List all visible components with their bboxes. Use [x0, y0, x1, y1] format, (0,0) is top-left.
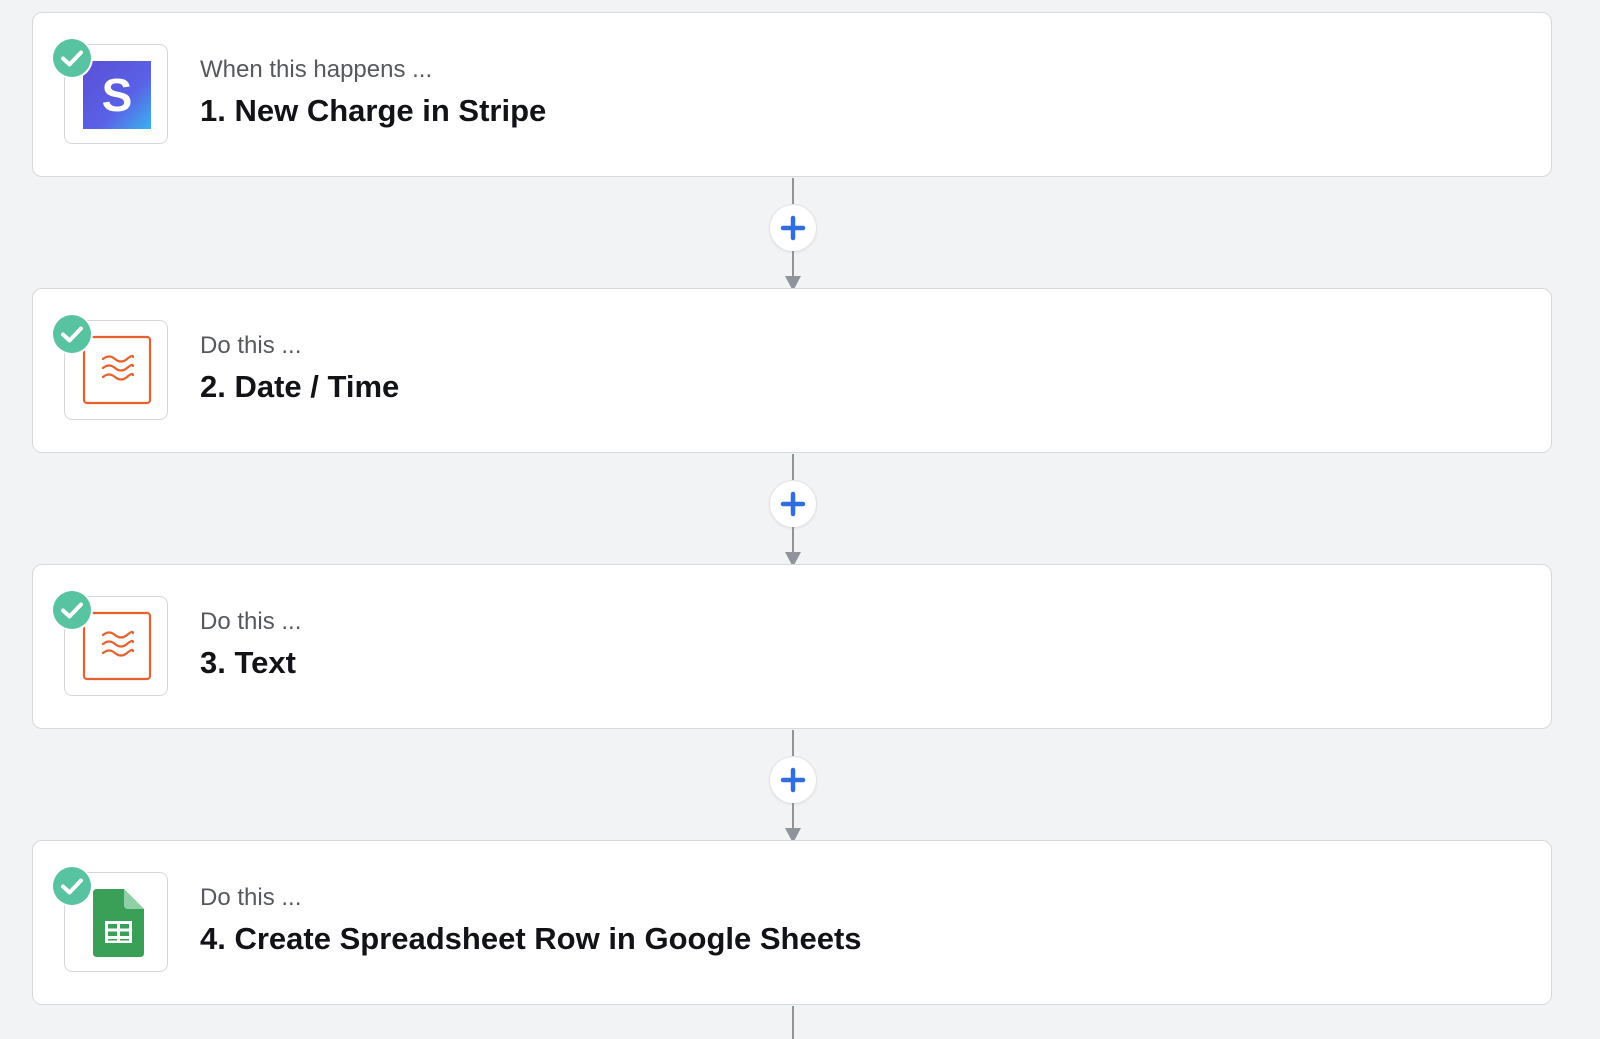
connector-line — [792, 178, 794, 204]
check-circle-icon — [50, 864, 94, 908]
connector-line — [792, 527, 794, 552]
step-title: 4. Create Spreadsheet Row in Google Shee… — [200, 921, 862, 956]
step-kicker: When this happens ... — [200, 56, 433, 83]
check-circle-icon — [50, 312, 94, 356]
connector-line — [792, 803, 794, 828]
step-title: 2. Date / Time — [200, 369, 400, 404]
step-title: 1. New Charge in Stripe — [200, 93, 547, 128]
step-text-3: Do this ... 3. Text — [200, 609, 301, 681]
step-text-2: Do this ... 2. Date / Time — [200, 333, 399, 405]
step-card-3[interactable]: Do this ... 3. Text — [32, 564, 1552, 729]
step-kicker: Do this ... — [200, 608, 302, 635]
step-card-1[interactable]: S When this happens ... 1. New Charge in… — [32, 12, 1552, 177]
step-card-4[interactable]: Do this ... 4. Create Spreadsheet Row in… — [32, 840, 1552, 1005]
check-circle-icon — [50, 36, 94, 80]
connector-line — [792, 251, 794, 276]
connector-line — [792, 730, 794, 756]
connector-line — [792, 454, 794, 480]
connector-line — [792, 1006, 794, 1039]
step-kicker: Do this ... — [200, 884, 302, 911]
add-step-button-2[interactable] — [770, 481, 816, 527]
step-kicker: Do this ... — [200, 332, 302, 359]
check-circle-icon — [50, 588, 94, 632]
svg-text:S: S — [102, 69, 133, 121]
add-step-button-3[interactable] — [770, 757, 816, 803]
step-text-1: When this happens ... 1. New Charge in S… — [200, 57, 546, 129]
step-title: 3. Text — [200, 645, 296, 680]
step-card-2[interactable]: Do this ... 2. Date / Time — [32, 288, 1552, 453]
step-text-4: Do this ... 4. Create Spreadsheet Row in… — [200, 885, 862, 957]
add-step-button-1[interactable] — [770, 205, 816, 251]
